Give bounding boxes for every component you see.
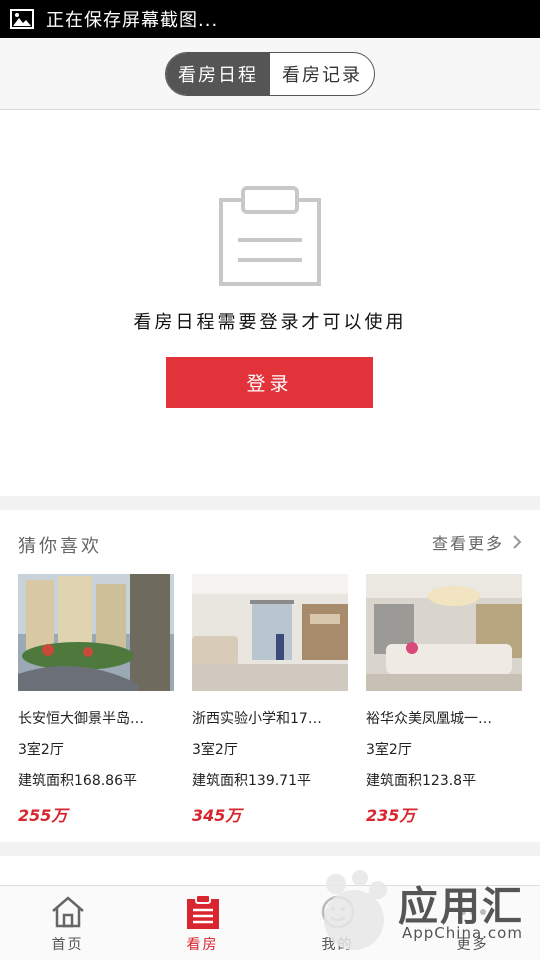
login-required-message: 看房日程需要登录才可以使用 [133, 312, 407, 333]
listing-card[interactable]: 长安恒大御景半岛… 3室2厅 建筑面积168.86平 255万 [18, 574, 174, 834]
tab-mine[interactable]: 我的 [270, 886, 405, 960]
top-bar: 看房日程 看房记录 [0, 38, 540, 110]
tab-home-label: 首页 [51, 937, 84, 953]
tab-viewing-schedule[interactable]: 看房日程 [166, 52, 270, 95]
listing-card[interactable]: 裕华众美凤凰城一… 3室2厅 建筑面积123.8平 235万 [366, 574, 522, 834]
chevron-right-icon [513, 535, 522, 549]
recommendations-title: 猜你喜欢 [18, 536, 102, 557]
login-prompt-card: 看房日程需要登录才可以使用 登录 [0, 110, 540, 496]
tab-more[interactable]: 更多 [405, 886, 540, 960]
status-text: 正在保存屏幕截图... [46, 10, 219, 31]
listing-rooms: 3室2厅 [192, 742, 238, 758]
listing-name: 长安恒大御景半岛… [18, 711, 144, 727]
tab-viewing[interactable]: 看房 [135, 886, 270, 960]
listing-name: 浙西实验小学和17… [192, 711, 322, 727]
more-icon [459, 909, 486, 915]
tab-home[interactable]: 首页 [0, 886, 135, 960]
listing-price: 255万 [18, 806, 68, 825]
listing-price: 235万 [366, 806, 416, 825]
recommendations-header: 猜你喜欢 查看更多 [0, 510, 540, 572]
recommendations-section: 猜你喜欢 查看更多 长安恒大御景半岛… 3室2厅 建筑面积168.86平 255… [0, 510, 540, 842]
view-more-link[interactable]: 查看更多 [432, 530, 522, 554]
listing-card[interactable]: 浙西实验小学和17… 3室2厅 建筑面积139.71平 345万 [192, 574, 348, 834]
listing-area: 建筑面积168.86平 [18, 773, 137, 789]
listing-rooms: 3室2厅 [366, 742, 412, 758]
tab-viewing-records[interactable]: 看房记录 [270, 53, 374, 95]
listing-cards: 长安恒大御景半岛… 3室2厅 建筑面积168.86平 255万 浙西实验小学和1… [18, 574, 528, 834]
login-button[interactable]: 登录 [166, 357, 373, 408]
listing-area: 建筑面积123.8平 [366, 773, 477, 789]
listing-photo [192, 574, 348, 691]
listing-rooms: 3室2厅 [18, 742, 64, 758]
segmented-control: 看房日程 看房记录 [165, 51, 375, 96]
listing-area: 建筑面积139.71平 [192, 773, 311, 789]
image-icon [10, 9, 34, 29]
schedule-icon [186, 894, 219, 929]
tab-mine-label: 我的 [321, 937, 354, 953]
home-icon [51, 896, 84, 928]
profile-icon [321, 895, 354, 929]
tab-more-label: 更多 [456, 937, 489, 953]
view-more-label: 查看更多 [431, 534, 504, 553]
clipboard-icon [219, 186, 321, 286]
listing-price: 345万 [192, 806, 242, 825]
tab-viewing-label: 看房 [186, 937, 219, 953]
listing-photo [366, 574, 522, 691]
status-bar: 正在保存屏幕截图... [0, 0, 540, 38]
listing-name: 裕华众美凤凰城一… [366, 711, 492, 727]
listing-photo [18, 574, 174, 691]
bottom-tab-bar: 首页 看房 我的 更多 [0, 885, 540, 960]
